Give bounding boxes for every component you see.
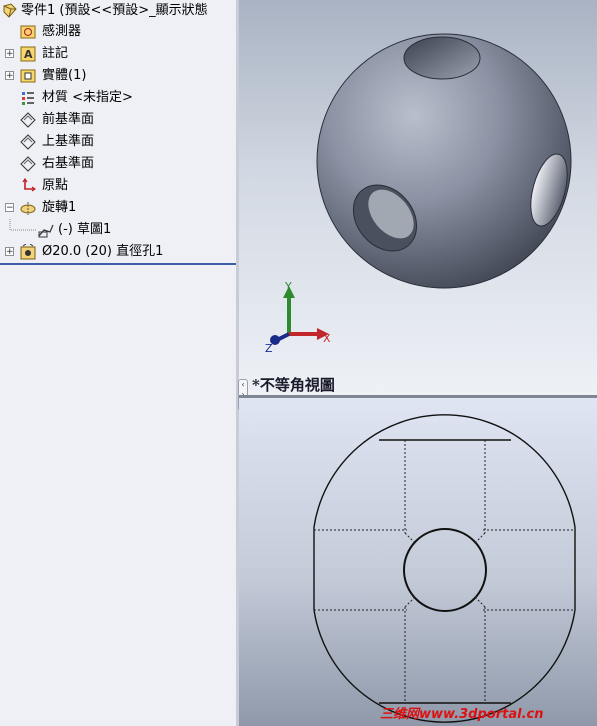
hole-wizard-icon [20, 244, 36, 260]
tree-item-label: (-) 草圖1 [58, 222, 112, 237]
tree-connector-line [9, 219, 37, 231]
svg-text:A: A [24, 48, 33, 61]
tree-item-label: 前基準面 [42, 112, 95, 127]
sketch-icon [38, 224, 54, 238]
material-icon [22, 92, 34, 105]
expand-toggle[interactable]: + [5, 49, 14, 59]
plane-icon [20, 156, 36, 172]
triad-z-label: Z [265, 342, 273, 355]
center-hole [403, 528, 487, 612]
viewport-orthographic[interactable] [239, 398, 597, 726]
annotation-icon: A [20, 46, 36, 62]
rollback-bar[interactable] [0, 263, 238, 265]
tree-item-label: Ø20.0 (20) 直徑孔1 [42, 244, 164, 259]
tree-item-label: 上基準面 [42, 134, 95, 149]
part-icon [3, 3, 17, 18]
watermark-text: 三维网www.3dportal.cn [380, 707, 544, 722]
tree-item-label: 材質 <未指定> [42, 90, 133, 105]
feature-manager-tree: 零件1 (預設<<預設>_顯示狀態 感測器 + A 註記 + 實體(1) 材質 … [0, 0, 239, 726]
sensor-icon [20, 25, 36, 39]
expand-toggle[interactable]: + [5, 247, 14, 257]
hidden-line [473, 595, 486, 608]
tree-item-label: 實體(1) [42, 68, 87, 83]
tree-item-label: 註記 [42, 46, 69, 61]
plane-icon [20, 112, 36, 128]
origin-icon [22, 178, 36, 192]
triad-x-label: X [323, 332, 331, 345]
tree-item-label: 旋轉1 [42, 200, 77, 215]
hole-top [403, 36, 481, 80]
tree-item-label: 感測器 [42, 24, 82, 39]
viewport-isometric[interactable]: Y X Z [239, 0, 597, 396]
revolve-icon [20, 202, 36, 215]
orthographic-model-graphic [313, 414, 576, 723]
collapse-toggle[interactable]: − [5, 203, 14, 213]
triad-y-label: Y [284, 280, 292, 293]
tree-item-label: 原點 [42, 178, 69, 193]
hidden-line [404, 532, 417, 545]
hidden-line [473, 532, 486, 545]
tree-root-label: 零件1 (預設<<預設>_顯示狀態 [21, 3, 208, 18]
expand-toggle[interactable]: + [5, 71, 14, 81]
outline-arc-top [313, 414, 576, 528]
plane-icon [20, 134, 36, 150]
view-triad: Y X Z [265, 280, 331, 355]
tree-item-label: 右基準面 [42, 156, 95, 171]
hidden-line [404, 595, 417, 608]
solid-body-folder-icon [20, 69, 36, 83]
view-name-label: *不等角視圖 [252, 376, 335, 394]
